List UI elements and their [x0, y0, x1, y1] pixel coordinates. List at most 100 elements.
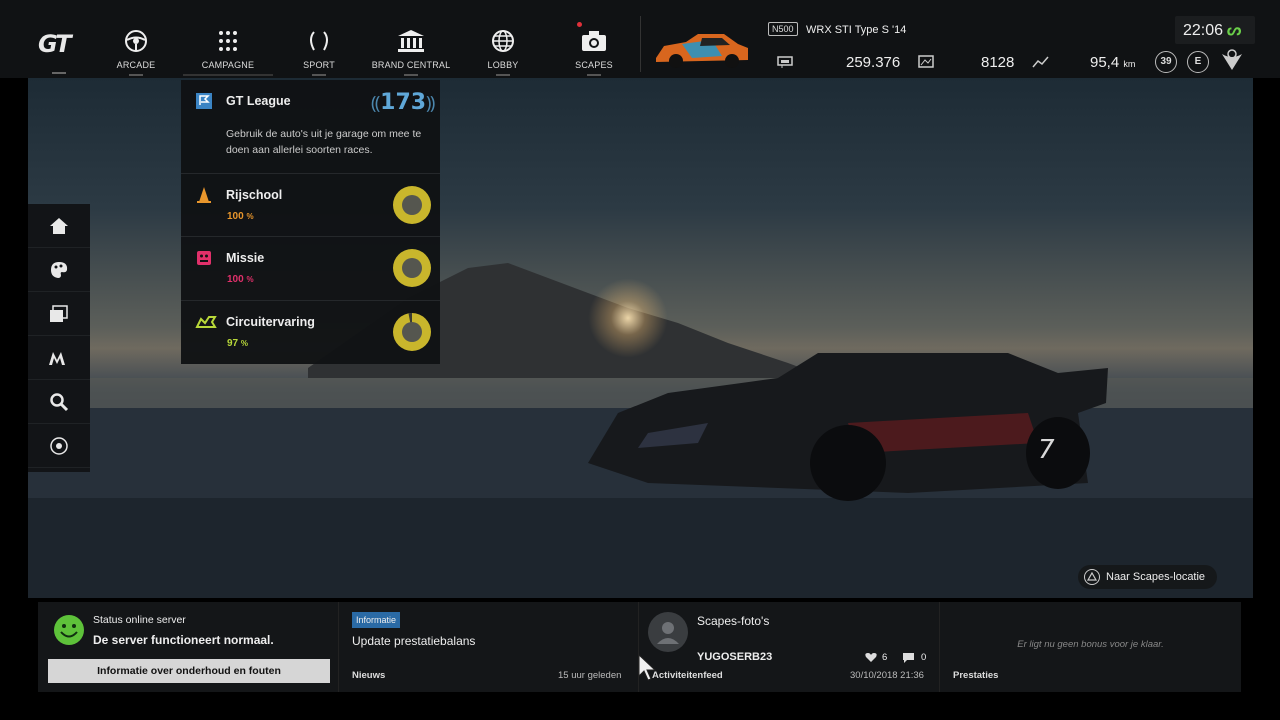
gt-league-description: Gebruik de auto's uit je garage om mee t…: [226, 128, 422, 156]
mouse-cursor-icon: [638, 654, 657, 681]
gt-league-count-value: 173: [380, 90, 427, 115]
connection-icon: ᔕ: [1227, 22, 1242, 39]
credits-value: 259.376: [846, 54, 901, 71]
heart-icon: [865, 653, 877, 662]
driver-level-badge[interactable]: 39: [1155, 51, 1177, 73]
likes-count: 6: [882, 652, 888, 663]
nav-underline: [496, 74, 510, 76]
nav-underline: [587, 74, 601, 76]
rijschool-percent-value: 100: [227, 211, 244, 222]
paint-palette-icon: [51, 261, 68, 278]
campaign-dropdown: GT League ⸨173⸩ Gebruik de auto's uit je…: [181, 80, 440, 364]
server-status-message: De server functioneert normaal.: [93, 633, 274, 647]
laurel-icon: [274, 28, 364, 54]
brand-m-icon: [49, 351, 65, 365]
distance-icon: [1032, 56, 1049, 68]
gt-logo[interactable]: GT: [38, 30, 78, 58]
sidebar: [28, 204, 90, 472]
steering-wheel-icon: [91, 28, 181, 54]
divider: [640, 16, 641, 72]
nav-underline: [183, 74, 273, 76]
news-headline[interactable]: Update prestatiebalans: [352, 634, 475, 648]
sidebar-item-brand[interactable]: [28, 336, 90, 380]
flag-icon: [196, 93, 212, 109]
menu-item-rijschool[interactable]: Rijschool 100 %: [181, 174, 440, 237]
svg-text:7: 7: [1038, 435, 1055, 465]
nav-sport[interactable]: SPORT: [274, 28, 364, 76]
building-icon: [366, 28, 456, 54]
bonus-message: Er ligt nu geen bonus voor je klaar.: [1017, 639, 1164, 650]
news-time: 15 uur geleden: [558, 670, 622, 681]
comment-icon: [903, 653, 914, 663]
scapes-location-label: Naar Scapes-locatie: [1106, 571, 1206, 583]
nav-scapes[interactable]: SCAPES: [549, 28, 639, 76]
target-icon: [50, 436, 68, 455]
rijschool-percent: 100 %: [227, 211, 254, 222]
gt-league-title: GT League: [226, 94, 291, 108]
clock-time: 22:06: [1183, 22, 1224, 39]
circuitervaring-percent: 97 %: [227, 338, 248, 349]
nav-brand-central[interactable]: BRAND CENTRAL: [366, 28, 456, 76]
nav-lobby[interactable]: LOBBY: [458, 28, 548, 76]
news-section-label[interactable]: Nieuws: [352, 670, 385, 681]
nav-arcade-label: ARCADE: [116, 60, 156, 70]
home-icon: [50, 217, 68, 234]
gt-league-count: ⸨173⸩: [371, 90, 436, 115]
sidebar-item-livery[interactable]: [28, 248, 90, 292]
camera-icon: [549, 28, 639, 54]
circuitervaring-title: Circuitervaring: [226, 315, 315, 329]
sidebar-item-search[interactable]: [28, 380, 90, 424]
divider: [338, 602, 339, 692]
car-class-badge: N500: [768, 22, 798, 36]
nav-underline: [129, 74, 143, 76]
triangle-button-icon: [1084, 569, 1100, 585]
nav-underline: [404, 74, 418, 76]
bonus-section-label[interactable]: Prestaties: [953, 670, 998, 681]
scapes-location-link[interactable]: Naar Scapes-locatie: [1078, 565, 1218, 589]
globe-icon: [458, 28, 548, 54]
nav-lobby-label: LOBBY: [487, 60, 519, 70]
menu-item-circuitervaring[interactable]: Circuitervaring 97 %: [181, 301, 440, 364]
rijschool-title: Rijschool: [226, 188, 283, 202]
feed-section-label[interactable]: Activiteitenfeed: [652, 670, 723, 681]
user-avatar[interactable]: [648, 612, 688, 652]
feed-date: 30/10/2018 21:36: [850, 670, 924, 681]
circuitervaring-progress-ring: [393, 312, 431, 351]
server-status-smiley-icon: [54, 615, 84, 645]
maintenance-info-button[interactable]: Informatie over onderhoud en fouten: [48, 659, 330, 683]
missie-percent-value: 100: [227, 274, 244, 285]
sidebar-item-target[interactable]: [28, 424, 90, 468]
nav-arcade[interactable]: ARCADE: [91, 28, 181, 76]
nav-campagne[interactable]: CAMPAGNE: [183, 28, 273, 76]
current-car-thumbnail[interactable]: [652, 30, 752, 70]
top-navigation-bar: GT ARCADE CAMPAGNE SPORT BRAND CENTRAL L: [0, 0, 1280, 78]
menu-item-gt-league[interactable]: GT League ⸨173⸩ Gebruik de auto's uit je…: [181, 80, 440, 174]
nav-campagne-label: CAMPAGNE: [201, 60, 255, 70]
nav-underline: [312, 74, 326, 76]
circuit-icon: [195, 316, 217, 328]
sidebar-item-home[interactable]: [28, 204, 90, 248]
percent-unit: %: [246, 212, 254, 221]
car-name: WRX STI Type S '14: [806, 24, 907, 36]
driver-rating-badge[interactable]: E: [1187, 51, 1209, 73]
menu-item-missie[interactable]: Missie 100 %: [181, 237, 440, 301]
feed-username[interactable]: YUGOSERB23: [697, 651, 772, 663]
news-tag-badge: Informatie: [352, 612, 401, 628]
rijschool-progress-ring: [393, 186, 431, 224]
nav-scapes-label: SCAPES: [575, 60, 613, 70]
distance-value: 95,4: [1090, 54, 1120, 71]
server-status-title: Status online server: [93, 614, 186, 626]
mileage-icon: [918, 55, 934, 68]
nav-sport-label: SPORT: [303, 60, 335, 70]
garage-icon: [777, 56, 793, 68]
mileage-points-value: 8128: [981, 54, 1015, 71]
feed-title: Scapes-foto's: [697, 614, 770, 628]
distance: 95,4 km: [1090, 54, 1135, 71]
traffic-cone-icon: [197, 187, 211, 203]
profile-emblem-icon[interactable]: [1219, 48, 1245, 74]
distance-unit: km: [1123, 59, 1136, 69]
sidebar-item-gallery[interactable]: [28, 292, 90, 336]
clock: 22:06 ᔕ: [1175, 16, 1255, 44]
mission-icon: [197, 251, 211, 265]
notification-dot: [577, 22, 582, 27]
